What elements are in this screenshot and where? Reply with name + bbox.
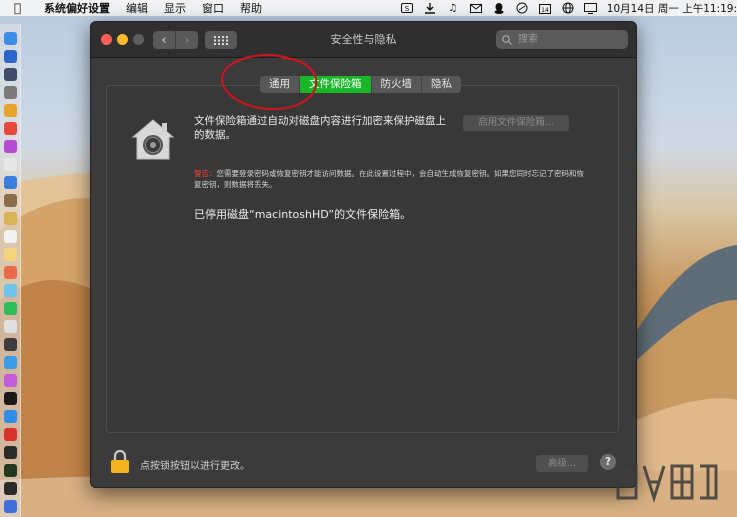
chevron-left-icon: ‹ [161, 32, 167, 48]
nav-buttons: ‹ › [153, 31, 198, 49]
dock-app-icon[interactable] [4, 248, 17, 261]
dock-app-icon[interactable] [4, 338, 17, 351]
dock-app-icon[interactable] [4, 374, 17, 387]
close-button[interactable] [101, 34, 112, 45]
qq-icon[interactable] [492, 2, 506, 14]
show-all-button[interactable] [205, 31, 237, 49]
menu-bar:  系统偏好设置 编辑 显示 窗口 帮助 S ♫ 14 10月14日 周一 上午… [0, 0, 737, 16]
filevault-house-icon [131, 119, 175, 160]
lock-instruction[interactable]: 点按锁按钮以进行更改。 [140, 457, 250, 472]
dock-app-icon[interactable] [4, 392, 17, 405]
watermark-logo [616, 464, 718, 504]
dock-app-icon[interactable] [4, 68, 17, 81]
tab-firewall[interactable]: 防火墙 [372, 76, 422, 93]
wifi-speed-icon[interactable] [515, 2, 529, 14]
enable-filevault-button[interactable]: 启用文件保险箱... [463, 115, 569, 131]
dock-app-icon[interactable] [4, 32, 17, 45]
minimize-button[interactable] [117, 34, 128, 45]
dock-app-icon[interactable] [4, 266, 17, 279]
music-icon[interactable]: ♫ [446, 3, 460, 14]
dock-app-icon[interactable] [4, 194, 17, 207]
display-icon[interactable] [584, 2, 598, 14]
dock-app-icon[interactable] [4, 140, 17, 153]
warning-label: 警告： [194, 169, 217, 178]
tab-filevault[interactable]: 文件保险箱 [300, 76, 372, 93]
dock-app-icon[interactable] [4, 500, 17, 513]
dock-app-icon[interactable] [4, 464, 17, 477]
search-input[interactable] [516, 33, 620, 46]
svg-text:S: S [405, 5, 410, 13]
advanced-button[interactable]: 高级... [536, 455, 588, 472]
filevault-description: 文件保险箱通过自动对磁盘内容进行加密来保护磁盘上的数据。 [194, 115, 446, 141]
calendar-icon[interactable]: 14 [538, 3, 552, 14]
dock-app-icon[interactable] [4, 410, 17, 423]
dock-app-icon[interactable] [4, 50, 17, 63]
dock-app-icon[interactable] [4, 446, 17, 459]
download-icon[interactable] [423, 2, 437, 14]
menu-clock[interactable]: 10月14日 周一 上午11:19: [607, 1, 737, 16]
tab-bar: 通用 文件保险箱 防火墙 隐私 [260, 76, 461, 93]
warning-body: 您需要登录密码或恢复密钥才能访问数据。在此设置过程中，会自动生成恢复密钥。如果您… [194, 169, 584, 189]
menu-edit[interactable]: 编辑 [126, 0, 148, 16]
menu-app-name[interactable]: 系统偏好设置 [44, 0, 110, 16]
lock-icon[interactable] [110, 449, 130, 473]
dock-app-icon[interactable] [4, 212, 17, 225]
tab-privacy[interactable]: 隐私 [422, 76, 461, 93]
menu-help[interactable]: 帮助 [240, 0, 262, 16]
forward-button[interactable]: › [176, 31, 198, 49]
apple-icon[interactable]:  [14, 1, 32, 15]
zoom-button[interactable] [133, 34, 144, 45]
dock-app-icon[interactable] [4, 104, 17, 117]
title-bar[interactable]: ‹ › 安全性与隐私 [91, 22, 636, 58]
chevron-right-icon: › [184, 32, 190, 48]
dock-app-icon[interactable] [4, 356, 17, 369]
filevault-panel: 文件保险箱通过自动对磁盘内容进行加密来保护磁盘上的数据。 启用文件保险箱... … [106, 85, 619, 433]
tab-general[interactable]: 通用 [260, 76, 300, 93]
sogou-icon[interactable]: S [400, 3, 414, 14]
dock [0, 24, 21, 517]
dock-app-icon[interactable] [4, 284, 17, 297]
menu-view[interactable]: 显示 [164, 0, 186, 16]
search-field[interactable] [496, 30, 628, 49]
menu-status-area: S ♫ 14 10月14日 周一 上午11:19: [400, 0, 737, 16]
dock-app-icon[interactable] [4, 86, 17, 99]
dock-app-icon[interactable] [4, 122, 17, 135]
globe-icon[interactable] [561, 2, 575, 14]
grid-icon [214, 35, 228, 45]
search-icon [502, 34, 512, 45]
dock-app-icon[interactable] [4, 176, 17, 189]
dock-app-icon[interactable] [4, 158, 17, 171]
filevault-status: 已停用磁盘“macintoshHD”的文件保险箱。 [194, 208, 412, 221]
dock-app-icon[interactable] [4, 302, 17, 315]
back-button[interactable]: ‹ [153, 31, 176, 49]
mail-icon[interactable] [469, 3, 483, 14]
dock-app-icon[interactable] [4, 428, 17, 441]
dock-app-icon[interactable] [4, 482, 17, 495]
dock-app-icon[interactable] [4, 320, 17, 333]
dock-app-icon[interactable] [4, 230, 17, 243]
menu-window[interactable]: 窗口 [202, 0, 224, 16]
security-privacy-window: ‹ › 安全性与隐私 通用 文件保险箱 防火墙 隐私 [90, 21, 637, 488]
svg-text:14: 14 [541, 7, 549, 14]
warning-text: 警告：您需要登录密码或恢复密钥才能访问数据。在此设置过程中，会自动生成恢复密钥。… [194, 169, 584, 190]
